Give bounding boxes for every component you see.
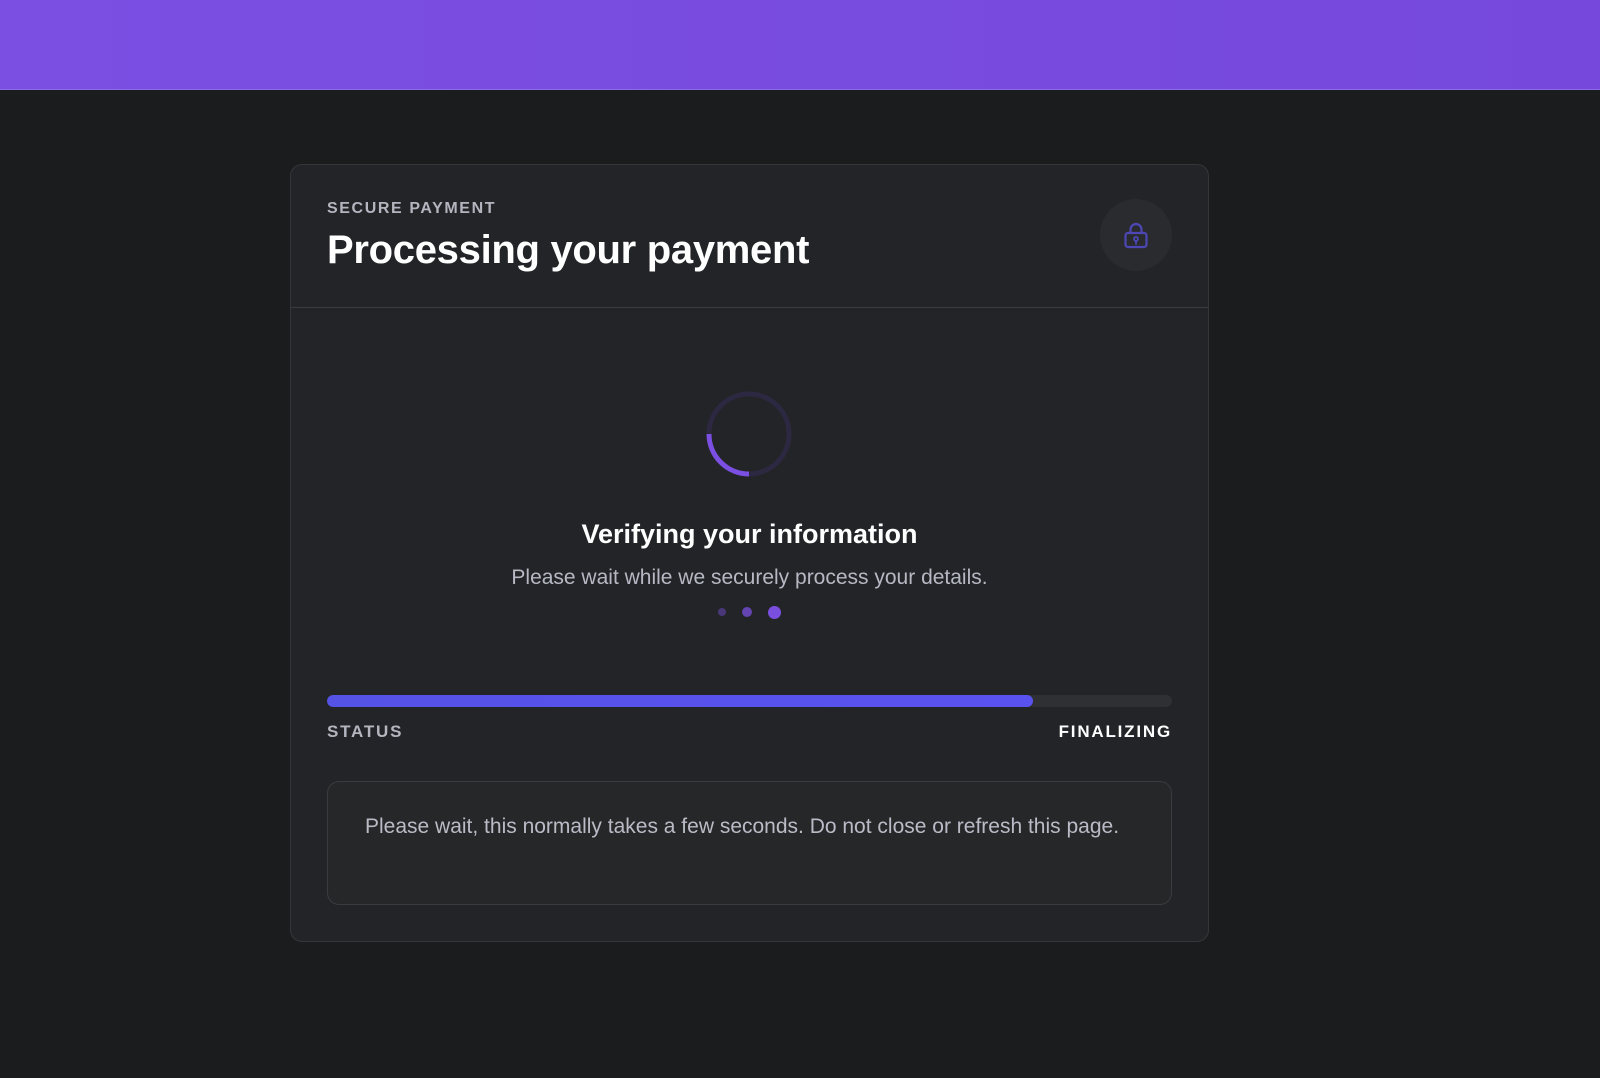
status-value: FINALIZING — [1058, 722, 1172, 741]
loading-dot — [718, 608, 726, 616]
card-header: SECURE PAYMENT Processing your payment — [291, 165, 1208, 308]
status-label: STATUS — [327, 722, 404, 741]
notice-box: Please wait, this normally takes a few s… — [327, 781, 1172, 905]
loading-dots — [291, 605, 1208, 619]
loading-dot — [742, 607, 752, 617]
verifying-title: Verifying your information — [581, 519, 918, 549]
lock-badge — [1100, 199, 1172, 271]
loading-spinner — [706, 391, 792, 477]
lock-icon — [1124, 222, 1148, 249]
progress-bar — [327, 695, 1172, 707]
eyebrow-label: SECURE PAYMENT — [327, 200, 497, 217]
payment-card: SECURE PAYMENT Processing your payment V… — [290, 164, 1209, 942]
notice-text: Please wait, this normally takes a few s… — [365, 815, 1120, 838]
page-title: Processing your payment — [327, 228, 810, 272]
progress-fill — [327, 695, 1033, 707]
top-banner — [0, 0, 1600, 90]
loading-dot — [768, 605, 781, 619]
verifying-subtitle: Please wait while we securely process yo… — [511, 566, 988, 589]
